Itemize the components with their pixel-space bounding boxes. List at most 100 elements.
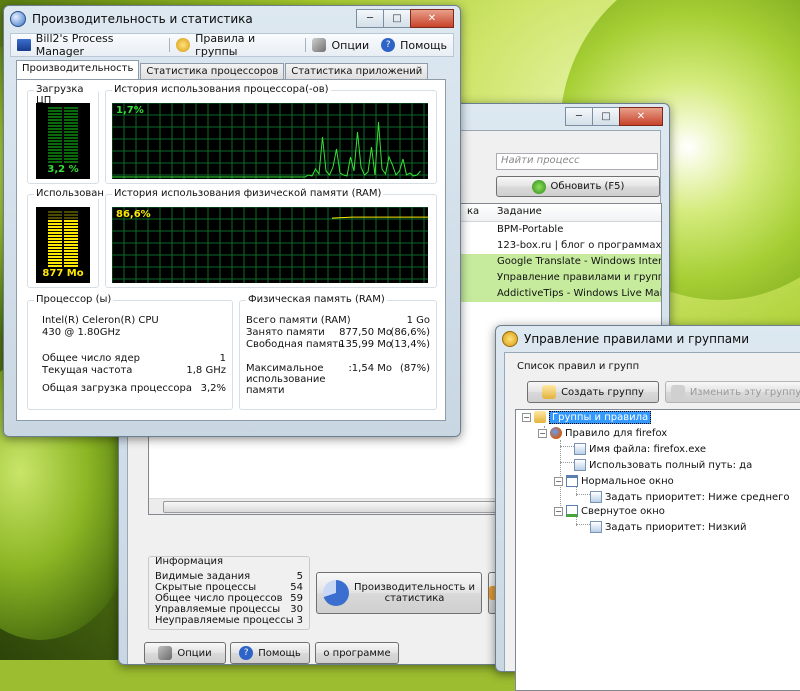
cpu-load-value: 3,2 %	[47, 164, 79, 175]
tree-node-rule-firefox[interactable]: Правило для firefox	[550, 426, 667, 440]
task-row[interactable]: BPM-Portable	[493, 222, 661, 238]
minimize-button[interactable]: ─	[565, 107, 593, 126]
memory-meter-segment	[64, 256, 78, 258]
cpu-meter-segment	[48, 137, 62, 139]
close-button[interactable]: ✕	[619, 107, 663, 126]
info-label: Общее число процессов	[155, 593, 283, 604]
tree-node-root[interactable]: Группы и правила	[534, 410, 652, 424]
memory-meter-segment	[64, 211, 78, 213]
tree-line	[560, 462, 574, 463]
task-row[interactable]: AddictiveTips - Windows Live Mail Be	[493, 286, 661, 302]
expand-toggle[interactable]: −	[554, 477, 563, 486]
expand-toggle[interactable]: −	[554, 507, 563, 516]
create-group-button[interactable]: Создать группу	[527, 381, 659, 403]
tree-node-normal-priority[interactable]: Задать приоритет: Ниже среднего	[590, 490, 790, 504]
expand-toggle[interactable]: −	[522, 413, 531, 422]
refresh-label: Обновить (F5)	[550, 181, 625, 192]
rules-groups-window[interactable]: Управление правилами и группами Список п…	[495, 325, 800, 691]
processor-model-line1: Intel(R) Celeron(R) CPU	[42, 315, 159, 326]
cpu-meter-segment	[64, 110, 78, 112]
cpu-meter-segment	[64, 152, 78, 154]
tree-node-normal-label: Нормальное окно	[581, 475, 674, 487]
menu-app[interactable]: Bill2's Process Manager	[11, 32, 169, 58]
cpu-meter-segment	[64, 122, 78, 124]
memory-meter-segment	[64, 241, 78, 243]
memory-meter-segment	[48, 238, 62, 240]
memory-meter-segment	[48, 262, 62, 264]
performance-stats-button[interactable]: Производительность и статистика	[316, 572, 482, 614]
cpu-meter-segment	[48, 146, 62, 148]
column-header-partial[interactable]: ка	[467, 206, 479, 217]
help-button[interactable]: ? Помощь	[230, 642, 310, 664]
search-input[interactable]: Найти процесс	[496, 153, 658, 170]
tree-node-filename[interactable]: Имя файла: firefox.exe	[574, 442, 706, 456]
task-row[interactable]: 123-box.ru | блог о программах, веб	[493, 238, 661, 254]
memory-meter-segment	[64, 232, 78, 234]
tree-node-normal-priority-label: Задать приоритет: Ниже среднего	[605, 491, 790, 503]
task-row-highlight	[459, 254, 493, 270]
cpu-meter-segment	[64, 137, 78, 139]
cpu-meter-segment	[64, 143, 78, 145]
minimize-button[interactable]: ─	[356, 9, 384, 28]
app-icon	[10, 11, 26, 27]
memory-history-percent: 86,6%	[116, 209, 151, 220]
ram-info-group: Физическая память (RAM) Всего памяти (RA…	[239, 294, 437, 410]
tree-node-minimized-window[interactable]: Свернутое окно	[566, 504, 665, 518]
memory-use-meter: 877 Mo	[36, 207, 90, 283]
rules-tree[interactable]: − Группы и правила − Правило для firefox…	[515, 409, 800, 691]
options-button[interactable]: Опции	[144, 642, 226, 664]
max-usage-label-2: использование	[246, 374, 326, 385]
memory-meter-segment	[64, 220, 78, 222]
cpu-meter-segment	[64, 146, 78, 148]
tree-node-fullpath[interactable]: Использовать полный путь: да	[574, 458, 752, 472]
memory-meter-segment	[64, 244, 78, 246]
tree-node-root-label: Группы и правила	[549, 410, 652, 424]
task-row-highlight	[459, 270, 493, 286]
tree-node-normal-window[interactable]: Нормальное окно	[566, 474, 674, 488]
cpu-history-label: История использования процессора(-ов)	[112, 84, 331, 95]
info-label: Видимые задания	[155, 571, 251, 582]
tree-line	[560, 446, 574, 447]
memory-meter-segment	[48, 247, 62, 249]
cpu-meter-segment	[48, 155, 62, 157]
expand-toggle[interactable]: −	[538, 429, 547, 438]
core-count-value: 1	[219, 353, 226, 364]
menu-options-label: Опции	[331, 38, 370, 52]
about-label: о программе	[323, 647, 391, 659]
cpu-meter-segment	[64, 119, 78, 121]
memory-history-plot	[112, 207, 428, 283]
memory-history-graph: 86,6%	[112, 207, 428, 283]
cpu-meter-segment	[48, 113, 62, 115]
performance-window[interactable]: Производительность и статистика ─ □ ✕ Bi…	[3, 5, 461, 437]
close-button[interactable]: ✕	[410, 9, 454, 28]
cpu-meter-segment	[64, 161, 78, 163]
refresh-button[interactable]: Обновить (F5)	[496, 176, 660, 197]
memory-meter-segment	[64, 253, 78, 255]
memory-meter-segment	[64, 217, 78, 219]
memory-meter-segment	[64, 214, 78, 216]
document-icon	[574, 459, 586, 471]
column-header-task[interactable]: Задание	[497, 206, 542, 217]
about-button[interactable]: о программе	[315, 642, 399, 664]
free-ram-value: 135,99 Mo	[339, 339, 392, 350]
chart-icon	[17, 39, 31, 51]
memory-meter-segment	[64, 223, 78, 225]
memory-use-value: 877 Mo	[42, 268, 84, 279]
memory-meter-segment	[64, 250, 78, 252]
maximize-button[interactable]: □	[383, 9, 411, 28]
info-value: 3	[296, 615, 303, 626]
perf-window-title: Производительность и статистика	[32, 12, 253, 26]
menu-options[interactable]: Опции	[306, 38, 375, 52]
menu-help[interactable]: ? Помощь	[375, 38, 453, 52]
menu-rules-groups[interactable]: Правила и группы	[170, 32, 305, 58]
edit-group-button[interactable]: Изменить эту группу	[665, 381, 800, 403]
cpu-meter-bars	[48, 107, 78, 163]
task-row[interactable]: Управление правилами и группами	[493, 270, 661, 286]
task-row[interactable]: Google Translate - Windows Internet	[493, 254, 661, 270]
tree-node-min-priority[interactable]: Задать приоритет: Низкий	[590, 520, 747, 534]
cpu-meter-segment	[48, 128, 62, 130]
cpu-meter-segment	[64, 134, 78, 136]
maximize-button[interactable]: □	[592, 107, 620, 126]
cpu-meter-segment	[48, 152, 62, 154]
rules-titlebar[interactable]: Управление правилами и группами	[496, 326, 800, 352]
